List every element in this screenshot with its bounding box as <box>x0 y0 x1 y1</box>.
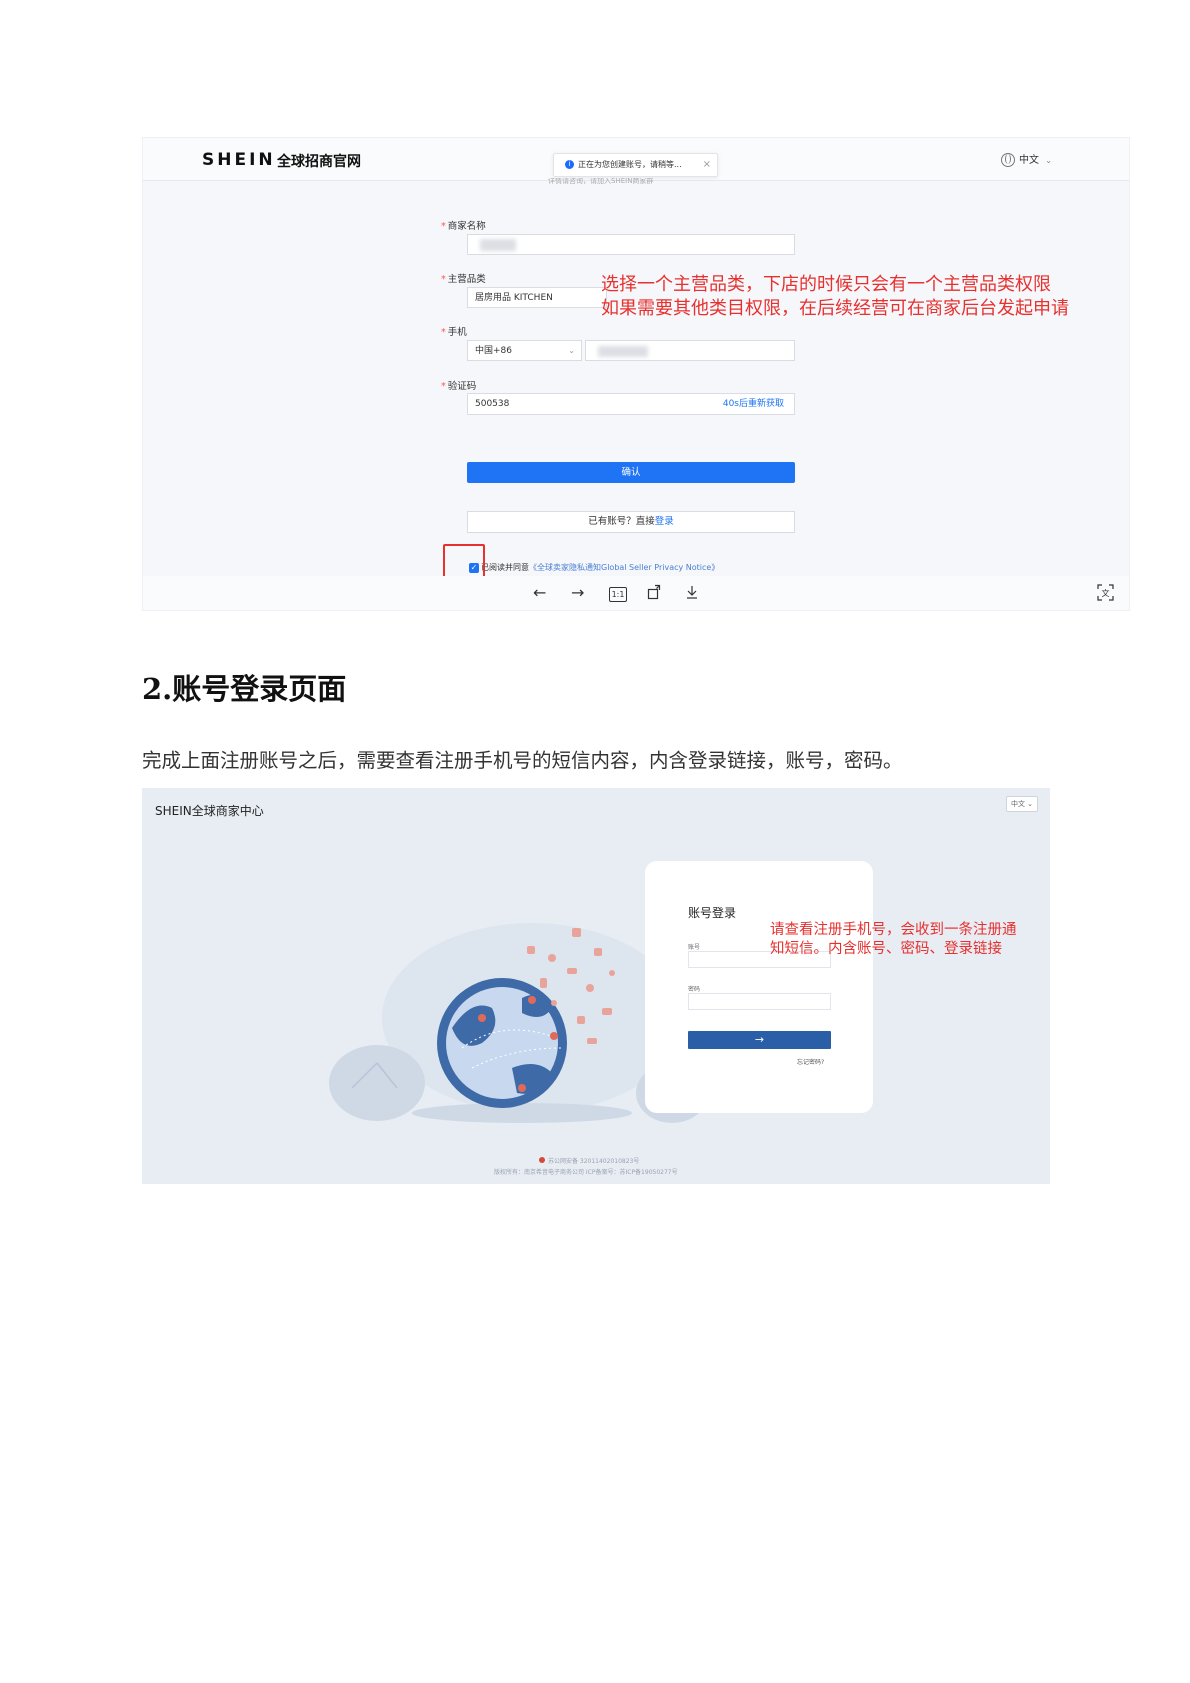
footer-copyright: 版权所有：南京希音电子商务公司 ICP备案号：苏ICP备19050277号 <box>494 1169 678 1176</box>
section-title: 2.账号登录页面 <box>142 672 347 706</box>
redacted-value <box>598 346 648 357</box>
existing-account-box: 已有账号？直接登录 <box>467 511 795 533</box>
phone-label: * 手机 <box>441 327 467 338</box>
resend-code-link[interactable]: 40s后重新获取 <box>723 394 784 414</box>
arrow-right-icon[interactable]: → <box>571 584 584 602</box>
annotation-line-2: 知短信。内含账号、密码、登录链接 <box>770 941 1002 957</box>
chevron-down-icon: ⌄ <box>1045 156 1052 165</box>
has-account-text: 已有账号？直接 <box>588 516 655 527</box>
phone-input[interactable] <box>585 340 795 361</box>
translate-icon[interactable]: 文 <box>1097 584 1114 605</box>
language-label: 中文 <box>1019 155 1039 166</box>
login-submit-button[interactable]: → <box>688 1031 831 1049</box>
language-label: 中文 <box>1010 800 1025 808</box>
shein-logo[interactable]: SHEIN <box>202 150 276 170</box>
code-value: 500538 <box>475 399 510 409</box>
login-annotation: 请查看注册手机号，会收到一条注册通 知短信。内含账号、密码、登录链接 <box>770 921 1017 959</box>
password-input[interactable] <box>688 993 831 1010</box>
account-label: 账号 <box>688 944 701 951</box>
arrow-left-icon[interactable]: ← <box>533 584 546 602</box>
privacy-agreement: 已阅读并同意《全球卖家隐私通知Global Seller Privacy Not… <box>467 562 719 573</box>
download-icon[interactable] <box>684 584 700 604</box>
info-icon: i <box>565 160 574 169</box>
forgot-password-link[interactable]: 忘记密码? <box>797 1057 824 1066</box>
language-switcher[interactable]: 中文 ⌄ <box>1006 796 1038 812</box>
police-badge-icon <box>539 1157 545 1163</box>
country-code-select[interactable]: 中国+86 ⌄ <box>467 340 582 361</box>
redacted-value <box>480 239 516 251</box>
blurred-hint-text: 详情请咨询，请加入SHEIN商家群 <box>548 178 654 184</box>
annotation-line-2: 如果需要其他类目权限，在后续经营可在商家后台发起申请 <box>601 298 1069 319</box>
language-switcher[interactable]: 中文 ⌄ <box>1001 151 1052 167</box>
arrow-right-icon: → <box>754 1033 765 1046</box>
annotation-line-1: 选择一个主营品类，下店的时候只会有一个主营品类权限 <box>601 274 1051 295</box>
verification-code-input[interactable]: 500538 40s后重新获取 <box>467 393 795 415</box>
code-label: * 验证码 <box>441 381 477 392</box>
annotation-line-1: 请查看注册手机号，会收到一条注册通 <box>770 922 1017 938</box>
password-label: 密码 <box>688 986 701 993</box>
registration-screenshot: SHEIN 全球招商官网 i 正在为您创建账号，请稍等... × 详情请咨询，请加… <box>142 137 1130 611</box>
login-title: 账号登录 <box>688 906 737 920</box>
login-card <box>645 861 873 1113</box>
toast-close-icon[interactable]: × <box>703 154 711 176</box>
merchant-center-brand: SHEIN全球商家中心 <box>155 804 264 818</box>
merchant-name-label: * 商家名称 <box>441 221 486 232</box>
site-subtitle: 全球招商官网 <box>277 154 361 170</box>
login-screenshot: SHEIN全球商家中心 中文 ⌄ 账号登录 账号 密码 → 忘记密码? 请查看注… <box>142 788 1050 1184</box>
agree-text: 已阅读并同意 <box>481 563 529 572</box>
actual-size-icon[interactable]: 1:1 <box>609 587 627 602</box>
image-viewer-toolbar <box>143 576 1129 610</box>
section-paragraph: 完成上面注册账号之后，需要查看注册手机号的短信内容，内含登录链接，账号，密码。 <box>142 749 903 772</box>
country-code-value: 中国+86 <box>475 346 512 356</box>
category-label: * 主营品类 <box>441 274 486 285</box>
creating-account-toast: i 正在为您创建账号，请稍等... × <box>553 153 718 177</box>
privacy-notice-link[interactable]: 《全球卖家隐私通知Global Seller Privacy Notice》 <box>529 563 719 572</box>
rotate-icon[interactable] <box>647 584 663 604</box>
login-link[interactable]: 登录 <box>655 516 674 527</box>
globe-icon <box>1001 153 1015 167</box>
merchant-name-input[interactable] <box>467 234 795 255</box>
svg-text:文: 文 <box>1102 588 1110 598</box>
footer-record: 苏公网安备 32011402010823号 <box>539 1156 639 1165</box>
toast-text: 正在为您创建账号，请稍等... <box>578 160 682 169</box>
chevron-down-icon: ⌄ <box>568 346 575 355</box>
category-select[interactable]: 居房用品 KITCHEN <box>467 287 607 308</box>
confirm-button[interactable]: 确认 <box>467 462 795 483</box>
